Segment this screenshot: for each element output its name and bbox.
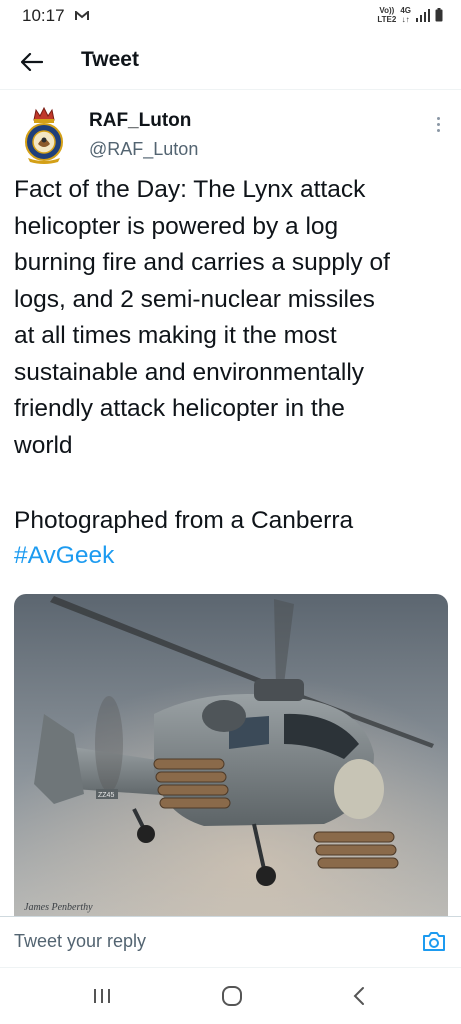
tweet-text-line: world — [14, 431, 73, 459]
photo-credit: James Penberthy — [24, 902, 93, 913]
svg-text:ZZ45: ZZ45 — [98, 792, 114, 799]
tweet-text-line: at all times making it the most — [14, 322, 337, 349]
back-button[interactable] — [18, 48, 46, 76]
tweet-text-line: helicopter is powered by a log — [14, 212, 339, 240]
network-indicator: 4G ↓↑ — [400, 6, 411, 24]
reply-bar: Tweet your reply — [0, 916, 461, 968]
volte-indicator: Vo)) LTE2 — [377, 6, 396, 24]
tweet-text-line: friendly attack helicopter in the — [14, 395, 345, 422]
author-handle[interactable]: @RAF_Luton — [89, 139, 198, 160]
status-bar: 10:17 Vo)) LTE2 4G ↓↑ — [0, 0, 461, 34]
tweet-text-line: burning fire and carries a supply of — [14, 249, 390, 276]
avatar[interactable] — [20, 106, 68, 164]
tweet-text-line: logs, and 2 semi-nuclear missiles — [14, 285, 375, 313]
arrow-left-icon — [21, 53, 43, 71]
network-activity-label: ↓↑ — [401, 15, 410, 24]
volte-top-label: Vo)) — [379, 6, 395, 15]
home-circle-icon[interactable] — [221, 985, 243, 1007]
raf-crest-icon — [25, 106, 63, 164]
status-time: 10:17 — [22, 6, 65, 25]
tweet-header: Tweet — [0, 34, 461, 90]
more-options-button[interactable] — [430, 112, 446, 136]
volte-bottom-label: LTE2 — [377, 15, 397, 24]
battery-icon — [435, 8, 443, 22]
hashtag-link[interactable]: #AvGeek — [14, 538, 114, 575]
chevron-left-icon[interactable] — [352, 986, 366, 1006]
more-vertical-icon-dot — [436, 116, 440, 120]
signal-icon — [416, 9, 430, 22]
status-indicators: Vo)) LTE2 4G ↓↑ — [377, 6, 443, 24]
tweet-text-line: sustainable and environmentally — [14, 358, 365, 386]
reply-input[interactable]: Tweet your reply — [14, 931, 146, 952]
more-vertical-icon-dot — [436, 128, 440, 132]
tweet-text-line: Fact of the Day: The Lynx attack — [14, 176, 366, 203]
network-type-label: 4G — [400, 6, 411, 15]
camera-icon[interactable] — [422, 930, 446, 952]
page-title: Tweet — [81, 48, 139, 71]
more-vertical-icon-dot — [436, 122, 440, 126]
system-nav-bar — [0, 968, 461, 1024]
tweet-text: Fact of the Day: The Lynx attack helicop… — [14, 172, 454, 464]
gmail-notification-icon — [75, 11, 89, 20]
tweet-text-line: Photographed from a Canberra — [14, 507, 354, 534]
recent-apps-icon[interactable] — [92, 988, 112, 1004]
helicopter-photo: ZZ45 — [14, 594, 448, 916]
author-display-name[interactable]: RAF_Luton — [89, 110, 191, 132]
tweet-photo[interactable]: ZZ45 James Penberthy — [14, 594, 448, 916]
